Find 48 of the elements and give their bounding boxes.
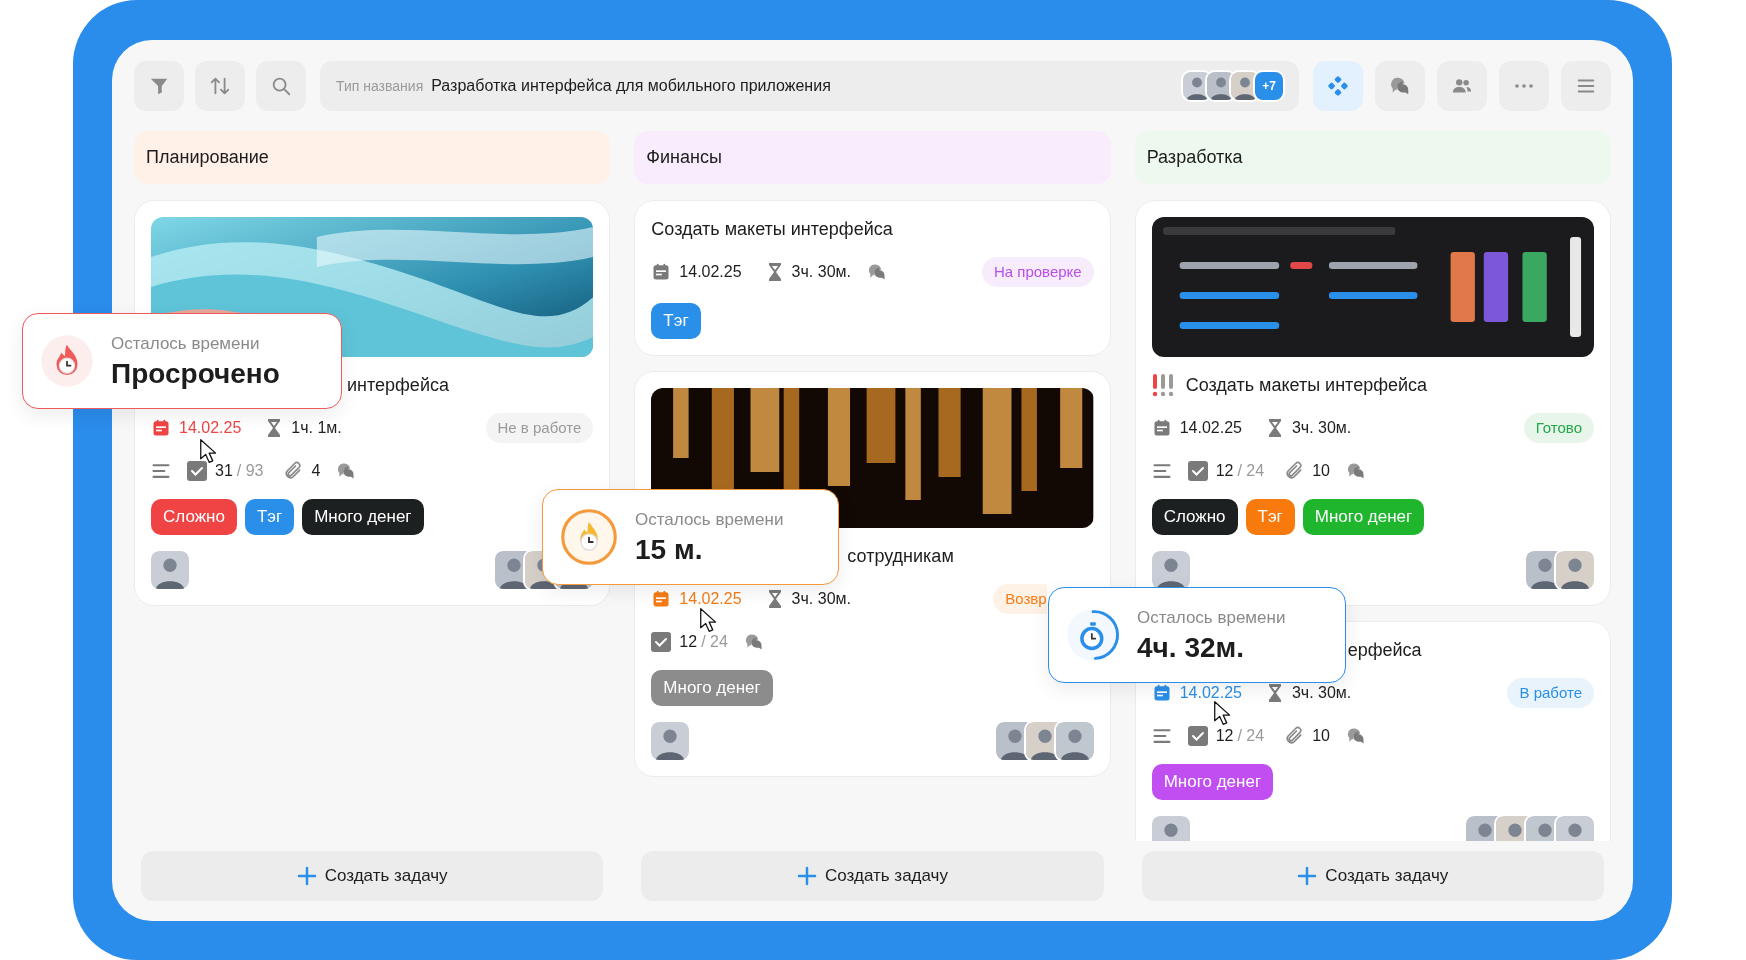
checklist-total: / 24 — [1237, 461, 1265, 481]
duration: 1ч. 1м. — [291, 418, 342, 438]
time-left-value: 4ч. 32м. — [1137, 631, 1246, 666]
tag: Много денег — [302, 499, 424, 535]
duration: 3ч. 30м. — [791, 589, 851, 609]
tag: Тэг — [651, 303, 701, 339]
checklist-total: / 24 — [1237, 726, 1265, 746]
card-title: сотрудникам — [847, 544, 954, 568]
due-date: 14.02.25 — [1179, 418, 1242, 438]
column-title: Разработка — [1146, 146, 1243, 169]
card-title: интерфейса — [347, 373, 449, 397]
checklist-done: 31 — [215, 461, 233, 481]
attachment-count: 10 — [1312, 726, 1330, 746]
card-title: Создать макеты интерфейса — [651, 217, 893, 241]
duration: 3ч. 30м. — [1291, 418, 1352, 438]
tag: Сложно — [151, 499, 237, 535]
card-title: Создать макеты интерфейса — [1185, 373, 1428, 397]
status-badge: Возвр — [993, 584, 1047, 614]
due-date: 14.02.25 — [179, 418, 242, 438]
tag: Тэг — [1245, 499, 1295, 535]
time-left-value: 15 м. — [635, 533, 704, 568]
duration: 3ч. 30м. — [1291, 683, 1352, 703]
status-badge: Готово — [1523, 413, 1594, 443]
tag: Сложно — [1151, 499, 1238, 535]
field-label: Тип названия — [336, 76, 424, 96]
due-date: 14.02.25 — [1179, 683, 1242, 703]
project-title: Разработка интерфейса для мобильного приложения — [431, 76, 831, 96]
tag: Тэг — [244, 499, 295, 535]
checklist-done: 12 — [1215, 726, 1234, 746]
checklist-total: / 93 — [236, 461, 264, 481]
status-badge: Не в работе — [485, 413, 594, 443]
popover-label: Осталось времени — [635, 508, 784, 531]
checklist-done: 12 — [1215, 461, 1234, 481]
due-date: 14.02.25 — [679, 262, 742, 282]
checklist-total: / 24 — [701, 632, 728, 652]
column-title: Финансы — [646, 146, 722, 169]
status-badge: В работе — [1507, 678, 1594, 708]
duration: 3ч. 30м. — [791, 262, 851, 282]
tag: Много денег — [1302, 499, 1425, 535]
tag: Много денег — [651, 670, 773, 706]
attachment-count: 4 — [311, 461, 321, 481]
checklist-done: 12 — [679, 632, 698, 652]
tag: Много денег — [1151, 764, 1274, 800]
due-date: 14.02.25 — [679, 589, 742, 609]
status-badge: На проверке — [981, 257, 1094, 287]
column-title: Планирование — [146, 146, 269, 169]
card-title: ерфейса — [1347, 638, 1422, 662]
attachment-count: 10 — [1312, 461, 1330, 481]
